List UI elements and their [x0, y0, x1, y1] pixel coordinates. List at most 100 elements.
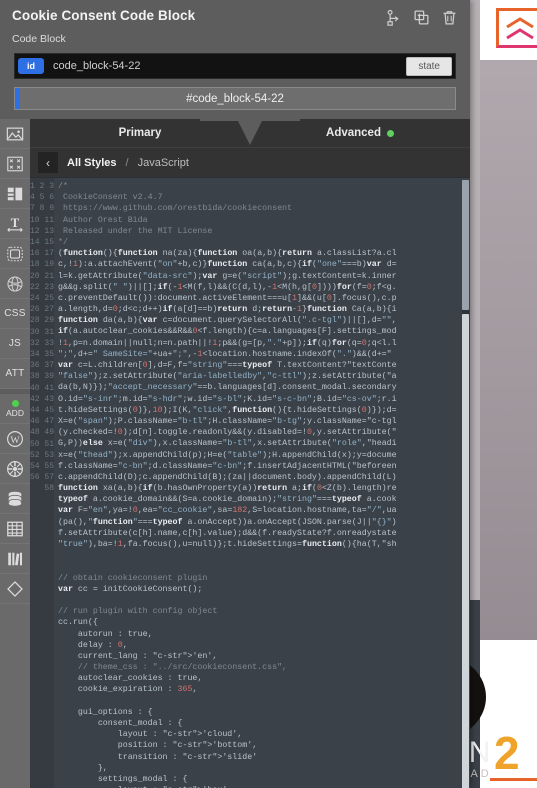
sidebar-item-size[interactable]	[0, 149, 30, 179]
code-line: layout : "c-str">'cloud',	[58, 730, 243, 740]
code-line: (pa(),"function"===typeof a.onAccept))a.…	[58, 517, 397, 527]
code-line: gui_options : {	[58, 707, 153, 717]
code-line: function xa(a,b){if(b.hasOwnProperty(a))…	[58, 484, 397, 494]
sidebar-item-borders[interactable]	[0, 239, 30, 269]
selector-bar[interactable]: #code_block-54-22	[14, 87, 456, 110]
code-line: ";",d+=" SameSite="+ua+";",-1<location.h…	[58, 349, 392, 359]
code-line: autorun : true,	[58, 629, 153, 639]
code-line: "true"),ba=!1,fa.focus(),u=null)};t.hide…	[58, 540, 397, 549]
code-editor[interactable]: 1 2 3 4 5 6 7 8 9 10 11 12 13 14 15 16 1…	[30, 177, 470, 788]
breadcrumb-root[interactable]: All Styles	[67, 157, 117, 169]
id-field-row[interactable]: id code_block-54-22 state	[14, 53, 456, 79]
typography-icon: T	[7, 216, 23, 232]
sidebar-item-css[interactable]: CSS	[0, 299, 30, 329]
code-line: cc.run({	[58, 618, 98, 628]
code-line: f.className="c-bn";d.className="c-bn";f.…	[58, 461, 397, 471]
panel-content: Primary Advanced ‹ All Styles / JavaScri…	[30, 119, 470, 788]
code-line: c.appendChild(D);c.appendChild(B);(za||d…	[58, 472, 397, 482]
diamond-icon	[7, 580, 23, 597]
sidebar-item-add[interactable]: ADD	[0, 394, 30, 424]
sidebar-item-typography[interactable]: T	[0, 209, 30, 239]
add-status-dot	[11, 399, 19, 407]
sidebar-item-wheel[interactable]	[0, 454, 30, 484]
sidebar-item-database[interactable]	[0, 484, 30, 514]
duplicate-icon[interactable]	[413, 9, 430, 26]
code-line: /*	[58, 182, 68, 191]
grid-icon	[7, 521, 23, 536]
id-input[interactable]: code_block-54-22	[53, 60, 406, 72]
effects-icon	[7, 275, 23, 292]
sidebar-item-grid[interactable]	[0, 514, 30, 544]
code-line: G,P))else x=e("div"),x.className="b-tl",…	[58, 439, 397, 449]
builder-panel: Cookie Consent Code Block Code Block id …	[0, 0, 470, 788]
breadcrumb-back-button[interactable]: ‹	[38, 152, 58, 173]
breadcrumb-separator: /	[125, 156, 129, 169]
code-line: l=k.getAttribute("data-src");var g=e("sc…	[58, 271, 397, 281]
breadcrumb-current: JavaScript	[137, 156, 189, 169]
editor-scrollbar-thumb[interactable]	[462, 314, 469, 788]
sidebar-item-layout[interactable]	[0, 179, 30, 209]
trash-icon[interactable]	[441, 9, 458, 26]
code-line: delay : 0,	[58, 640, 128, 650]
sidebar-label-css: CSS	[4, 308, 26, 319]
editor-scrollbar-thumb-top[interactable]	[462, 180, 469, 310]
code-line: c.preventDefault()):document.activeEleme…	[58, 293, 397, 303]
wheel-icon	[7, 460, 23, 477]
icon-sidebar: T CSS JS ATT ADD W	[0, 119, 30, 788]
code-line: cookie_expiration : 365,	[58, 685, 198, 695]
breadcrumb: ‹ All Styles / JavaScript	[30, 147, 470, 177]
code-line: current_lang : "c-str">'en',	[58, 651, 218, 661]
code-line: // obtain cookieconsent plugin	[58, 573, 208, 583]
code-line: // theme_css : "../src/cookieconsent.css…	[58, 663, 288, 673]
sidebar-label-js: JS	[8, 338, 22, 349]
tab-advanced[interactable]: Advanced	[250, 119, 470, 147]
id-badge: id	[18, 58, 44, 74]
code-line: X=e("span");P.className="b-tl";H.classNa…	[58, 416, 397, 426]
code-line: settings_modal : {	[58, 774, 188, 784]
panel-body: T CSS JS ATT ADD W Primary Advanced ‹ Al…	[0, 119, 470, 788]
code-line: !1,p=n.domain||null;n=n.path||!1;p&&(g=[…	[58, 338, 397, 348]
code-line: https://www.github.com/orestbida/cookiec…	[58, 204, 293, 214]
code-line: var cc = initCookieConsent();	[58, 584, 203, 594]
sidebar-item-diamond[interactable]	[0, 574, 30, 604]
code-line: g&&g.split(" ")||[];if(-1<M(f,l)&&(C(d,l…	[58, 282, 397, 292]
code-line: t.hideSettings(0)},10);I(K,"click",funct…	[58, 405, 397, 415]
sidebar-item-effects[interactable]	[0, 269, 30, 299]
code-line: Released under the MIT License	[58, 226, 213, 236]
sidebar-item-image[interactable]	[0, 119, 30, 149]
sidebar-item-js[interactable]: JS	[0, 329, 30, 359]
layout-icon	[7, 187, 23, 200]
code-line: (y.checked=!0);d[n].toggle.readonly&&(y.…	[58, 428, 397, 438]
code-line: f.setAttribute(c[h].name,c[h].value);d&&…	[58, 528, 397, 538]
code-text[interactable]: /* CookieConsent v2.4.7 https://www.gith…	[54, 178, 470, 788]
code-line: CookieConsent v2.4.7	[58, 193, 163, 203]
tab-bar: Primary Advanced	[30, 119, 470, 147]
database-icon	[8, 491, 22, 506]
chevron-up-icon-2	[506, 28, 534, 40]
code-line: (function(){function na(za){function oa(…	[58, 249, 397, 259]
code-line: position : "c-str">'bottom',	[58, 741, 258, 751]
tab-advanced-dot	[386, 129, 394, 137]
selector-value: #code_block-54-22	[186, 92, 284, 105]
code-line: */	[58, 237, 68, 247]
sidebar-item-att[interactable]: ATT	[0, 359, 30, 389]
tab-advanced-label: Advanced	[326, 127, 381, 139]
size-icon	[7, 156, 23, 171]
site-logo	[496, 8, 537, 48]
state-button[interactable]: state	[406, 56, 452, 76]
code-line: a.length,d=0;d<c;d++)if(a[d]==b)return d…	[58, 305, 397, 315]
library-icon	[8, 552, 23, 565]
borders-icon	[7, 246, 23, 261]
structure-icon[interactable]	[385, 9, 402, 26]
code-line: da(b,N)});"accept_necessary"==b.language…	[58, 383, 397, 393]
code-line: var F="en",ya=!0,ea="cc_cookie",sa=182,S…	[58, 506, 397, 516]
code-line: typeof a.cookie_domain&&(S=a.cookie_doma…	[58, 495, 397, 505]
sidebar-item-wordpress[interactable]: W	[0, 424, 30, 454]
tab-primary[interactable]: Primary	[30, 119, 250, 147]
code-line: function da(a,b){var c=document.querySel…	[58, 316, 397, 326]
code-line: if(a.autoclear_cookies&&R&&0<f.length){c…	[58, 327, 397, 337]
sidebar-item-library[interactable]	[0, 544, 30, 574]
